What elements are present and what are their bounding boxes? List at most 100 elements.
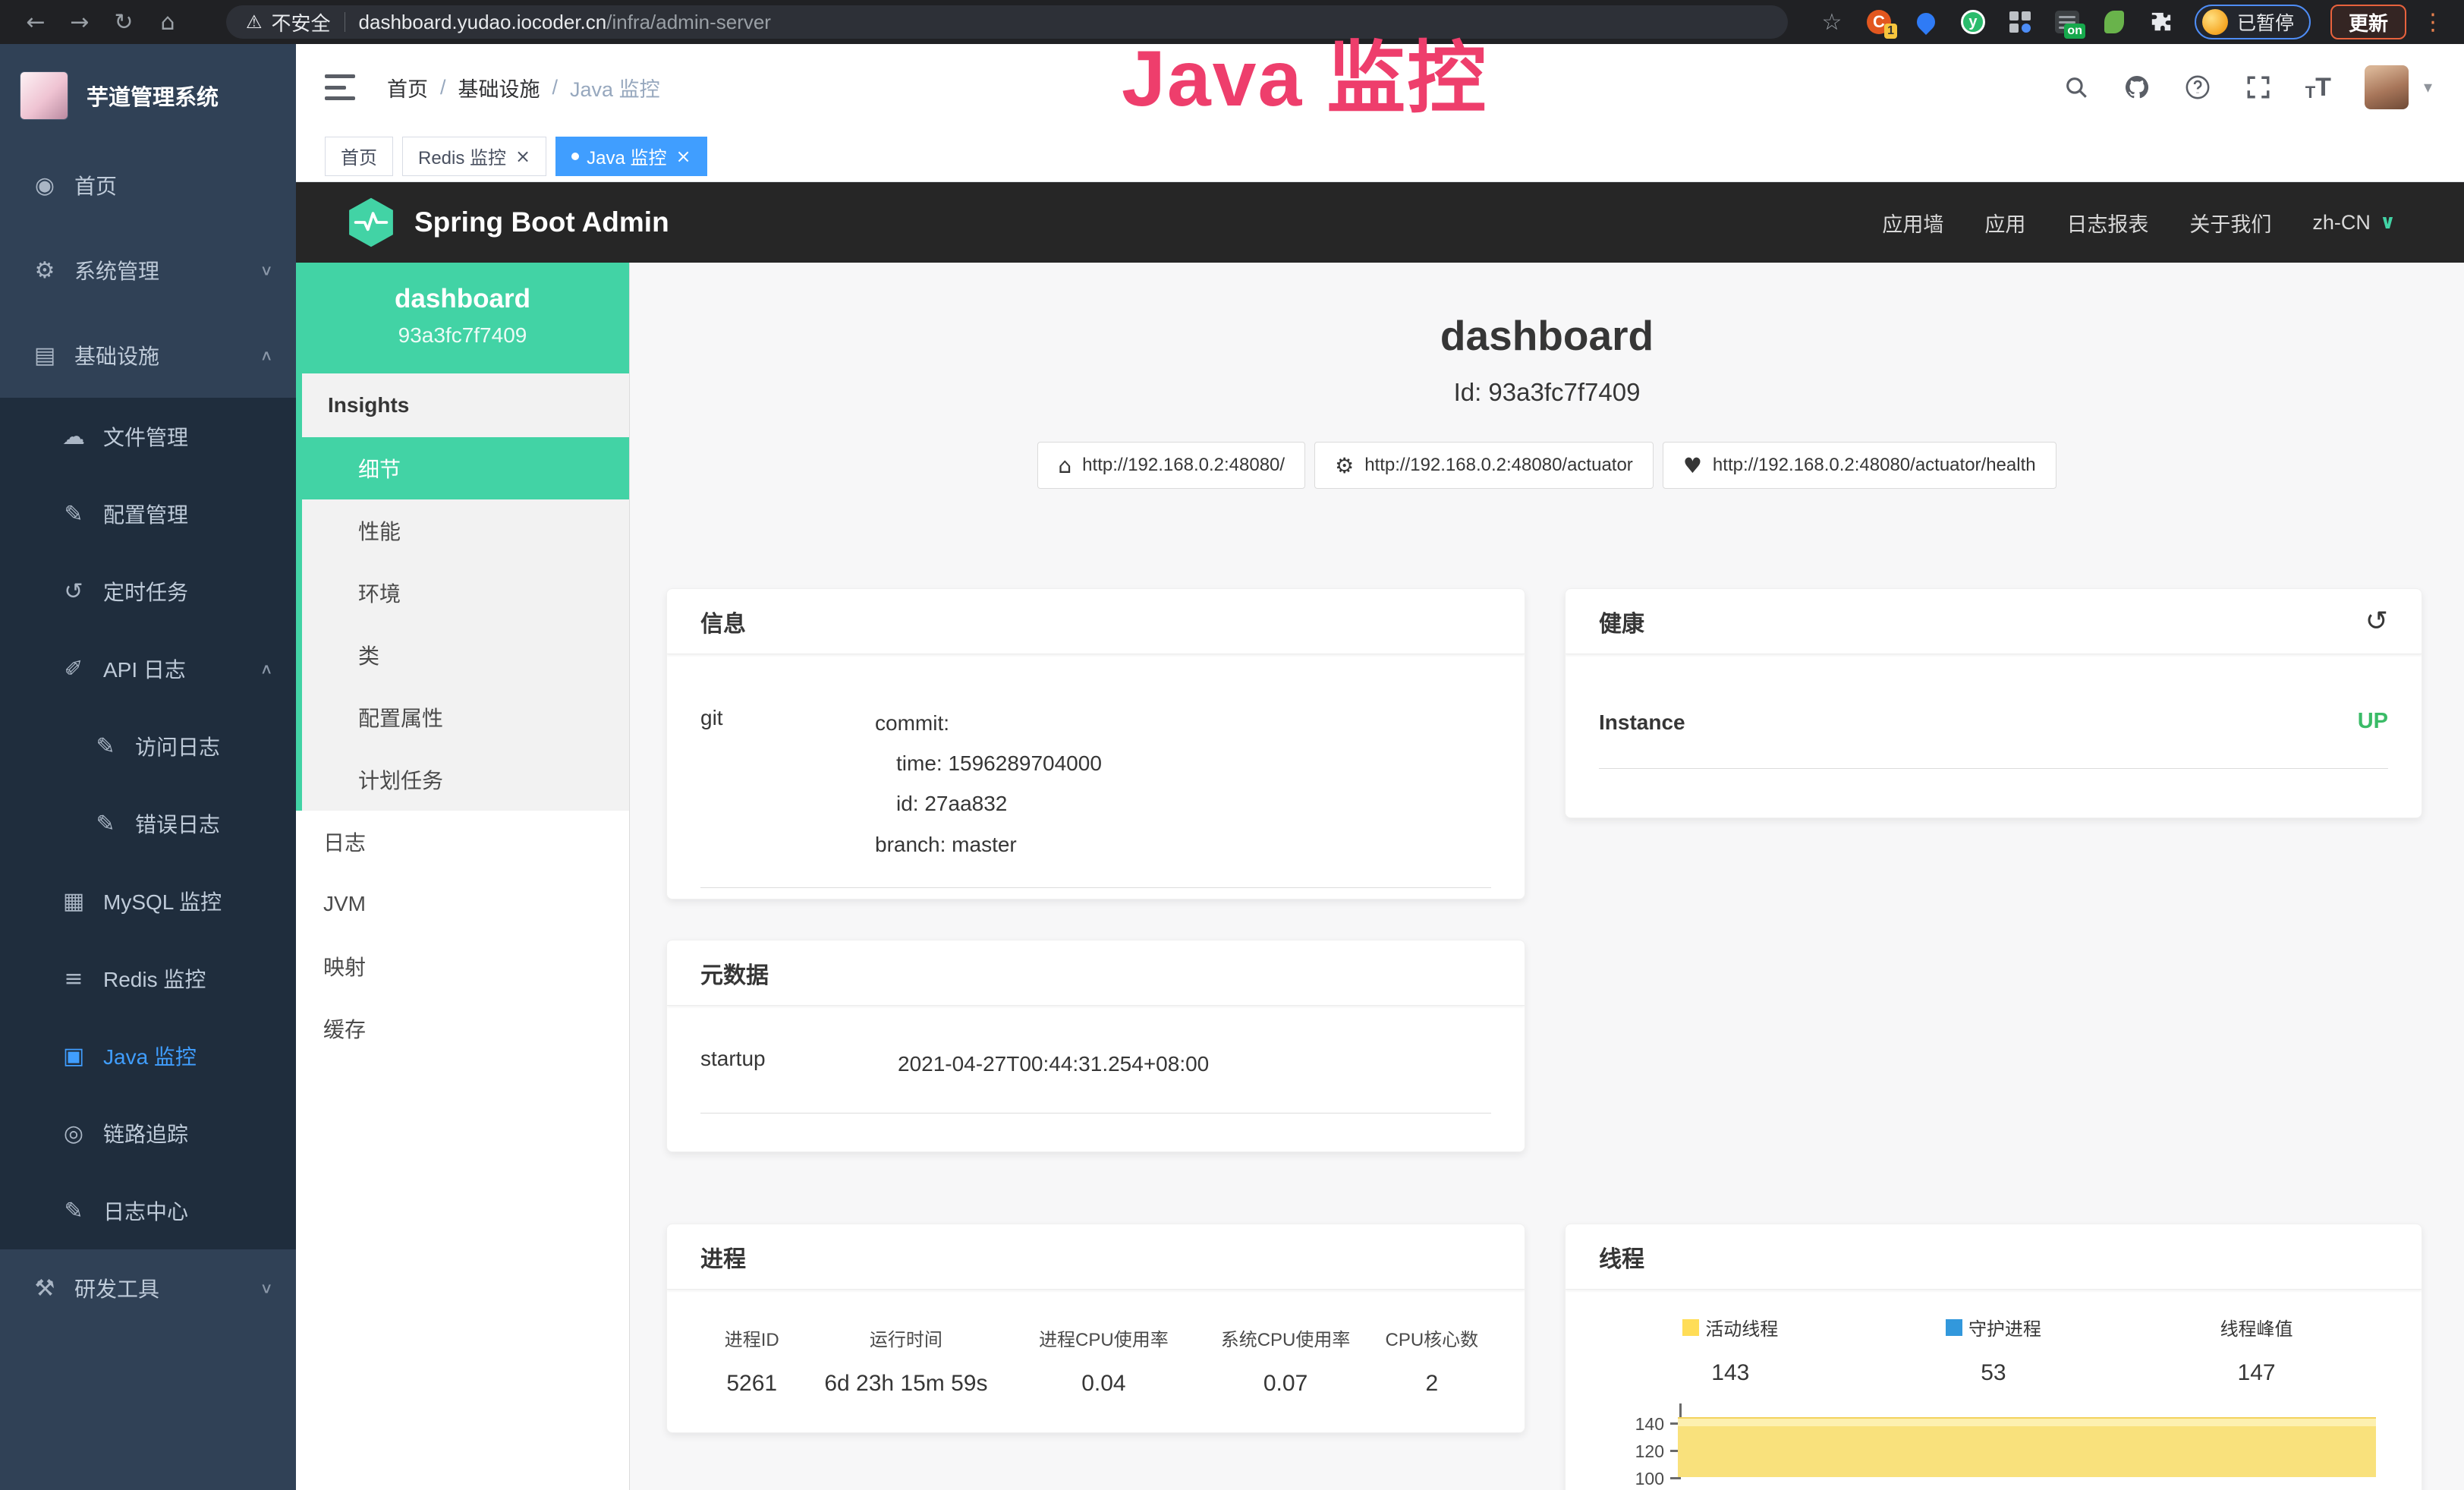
sba-brand[interactable]: Spring Boot Admin [414, 206, 669, 238]
home-icon[interactable]: ⌂ [146, 9, 190, 36]
github-icon[interactable] [2123, 74, 2151, 101]
close-icon[interactable]: × [676, 146, 691, 167]
app-logo-row[interactable]: 芋道管理系统 [0, 44, 296, 143]
reload-icon[interactable]: ↻ [102, 9, 146, 36]
browser-menu-icon[interactable]: ⋮ [2422, 9, 2444, 36]
extension-y-icon[interactable]: y [1959, 8, 1987, 36]
sba-link-about[interactable]: 关于我们 [2189, 208, 2271, 238]
history-icon: ↺ [59, 578, 88, 605]
sidebar-item-log-center[interactable]: ✎ 日志中心 [0, 1172, 296, 1249]
breadcrumb-current: Java 监控 [570, 73, 660, 102]
app-logo [20, 71, 68, 120]
sba-menu-details[interactable]: 细节 [302, 437, 629, 499]
home-icon: ⌂ [1058, 453, 1072, 478]
admin-sidebar: 芋道管理系统 ◉ 首页 ⚙ 系统管理 ∨ ▤ 基础设施 ∧ ☁ 文件管理 ✎ 配… [0, 44, 296, 1490]
sba-menu-mappings[interactable]: 映射 [296, 935, 629, 997]
sba-menu-jvm[interactable]: JVM [296, 873, 629, 935]
legend-daemon-threads: 守护进程 53 [1862, 1314, 2126, 1386]
breadcrumb-infrastructure[interactable]: 基础设施 [458, 73, 540, 102]
metadata-card: 元数据 startup 2021-04-27T00:44:31.254+08:0… [666, 940, 1525, 1152]
close-icon[interactable]: × [515, 146, 530, 167]
sba-link-applications[interactable]: 应用 [1984, 208, 2025, 238]
history-icon[interactable]: ↺ [2365, 606, 2388, 637]
threads-chart: 140 120 100 [1599, 1403, 2394, 1490]
sba-locale-select[interactable]: zh-CN ∨ [2312, 211, 2396, 235]
process-uptime: 6d 23h 15m 59s [803, 1371, 1009, 1397]
tab-redis-monitor[interactable]: Redis 监控 × [402, 137, 546, 176]
back-icon[interactable]: ← [14, 9, 58, 36]
tab-java-monitor[interactable]: Java 监控 × [555, 137, 706, 176]
extension-leaf-icon[interactable] [2101, 8, 2128, 36]
process-card-title: 进程 [667, 1224, 1525, 1290]
sidebar-item-error-logs[interactable]: ✎ 错误日志 [0, 785, 296, 862]
metadata-startup-row: startup 2021-04-27T00:44:31.254+08:00 [700, 1044, 1491, 1114]
chevron-up-icon: ∧ [260, 347, 273, 364]
sidebar-item-scheduled-tasks[interactable]: ↺ 定时任务 [0, 553, 296, 630]
sidebar-item-api-logs[interactable]: ✐ API 日志 ∧ [0, 630, 296, 707]
status-badge: UP [2358, 709, 2388, 734]
sidebar-item-java-monitor[interactable]: ▣ Java 监控 [0, 1017, 296, 1095]
actuator-url-button[interactable]: ⚙ http://192.168.0.2:48080/actuator [1314, 442, 1654, 489]
sba-menu-logs[interactable]: 日志 [296, 811, 629, 873]
sba-main: dashboard Id: 93a3fc7f7409 ⌂ http://192.… [630, 263, 2464, 1490]
threads-card-title: 线程 [1566, 1224, 2422, 1290]
search-icon[interactable] [2063, 74, 2090, 101]
sba-menu-config-props[interactable]: 配置属性 [302, 686, 629, 748]
fullscreen-icon[interactable] [2245, 74, 2272, 101]
sba-menu-classes[interactable]: 类 [302, 624, 629, 686]
eye-icon: ◎ [59, 1120, 88, 1147]
tab-home[interactable]: 首页 [325, 137, 393, 176]
chevron-down-icon: ∨ [260, 262, 273, 279]
legend-live-threads: 活动线程 143 [1599, 1314, 1862, 1386]
sidebar-item-config-mgmt[interactable]: ✎ 配置管理 [0, 475, 296, 553]
process-card: 进程 进程ID 运行时间 进程CPU使用率 系统CPU使用率 CPU核心数 52… [666, 1224, 1525, 1433]
info-git-value: commit: time: 1596289704000 id: 27aa832 … [875, 703, 1491, 865]
extension-onetab-icon[interactable]: on [2053, 8, 2081, 36]
daemon-threads-value: 53 [1862, 1360, 2126, 1386]
sba-link-wallboard[interactable]: 应用墙 [1882, 208, 1943, 238]
health-card: 健康 ↺ Instance UP [1565, 588, 2422, 818]
sba-menu-scheduled-tasks[interactable]: 计划任务 [302, 748, 629, 811]
font-size-icon[interactable]: TT [2305, 73, 2331, 102]
y-tick-100: 100 [1599, 1469, 1664, 1489]
sidebar-item-mysql-monitor[interactable]: ▦ MySQL 监控 [0, 862, 296, 940]
user-avatar[interactable] [2365, 65, 2409, 109]
extension-pin-icon[interactable] [1912, 8, 1940, 36]
sba-link-journal[interactable]: 日志报表 [2066, 208, 2148, 238]
health-url-button[interactable]: ♥ http://192.168.0.2:48080/actuator/heal… [1663, 442, 2056, 489]
instance-id-line: Id: 93a3fc7f7409 [630, 378, 2464, 407]
live-threads-value: 143 [1599, 1360, 1862, 1386]
extension-grid-icon[interactable] [2006, 8, 2034, 36]
process-pid: 5261 [700, 1371, 803, 1397]
sba-menu-environment[interactable]: 环境 [302, 562, 629, 624]
sidebar-item-home[interactable]: ◉ 首页 [0, 143, 296, 228]
sidebar-item-system-mgmt[interactable]: ⚙ 系统管理 ∨ [0, 228, 296, 313]
sba-menu-performance[interactable]: 性能 [302, 499, 629, 562]
sidebar-toggle-icon[interactable] [325, 74, 355, 100]
annotation-java-monitor: Java 监控 [1122, 14, 1487, 128]
breadcrumb-home[interactable]: 首页 [387, 73, 428, 102]
extensions-puzzle-icon[interactable] [2148, 8, 2175, 36]
profile-paused-badge[interactable]: 已暂停 [2195, 5, 2311, 39]
sidebar-item-file-mgmt[interactable]: ☁ 文件管理 [0, 398, 296, 475]
sidebar-item-dev-tools[interactable]: ⚒ 研发工具 ∨ [0, 1249, 296, 1327]
url-bar[interactable]: ⚠ 不安全 dashboard.yudao.iocoder.cn/infra/a… [226, 5, 1788, 39]
sidebar-item-access-logs[interactable]: ✎ 访问日志 [0, 707, 296, 785]
chevron-up-icon: ∧ [260, 660, 273, 677]
infrastructure-submenu: ☁ 文件管理 ✎ 配置管理 ↺ 定时任务 ✐ API 日志 ∧ ✎ 访问日志 ✎ [0, 398, 296, 1249]
extension-colorzilla-icon[interactable]: C 1 [1865, 8, 1893, 36]
sidebar-item-redis-monitor[interactable]: ≡ Redis 监控 [0, 940, 296, 1017]
help-icon[interactable] [2184, 74, 2211, 101]
forward-icon[interactable]: → [58, 9, 102, 36]
dashboard-icon: ◉ [30, 172, 59, 199]
sidebar-item-infrastructure[interactable]: ▤ 基础设施 ∧ [0, 313, 296, 398]
service-url-button[interactable]: ⌂ http://192.168.0.2:48080/ [1037, 442, 1305, 489]
sba-menu-caches[interactable]: 缓存 [296, 997, 629, 1060]
screenshot-root: ← → ↻ ⌂ ⚠ 不安全 dashboard.yudao.iocoder.cn… [0, 0, 2464, 1490]
edit-icon: ✎ [59, 501, 88, 528]
bookmark-star-icon[interactable]: ☆ [1818, 9, 1846, 36]
sba-instance-header[interactable]: dashboard 93a3fc7f7409 [296, 263, 629, 373]
avatar-caret-icon[interactable]: ▾ [2424, 78, 2432, 97]
sidebar-item-tracing[interactable]: ◎ 链路追踪 [0, 1095, 296, 1172]
browser-update-button[interactable]: 更新 [2330, 5, 2406, 39]
